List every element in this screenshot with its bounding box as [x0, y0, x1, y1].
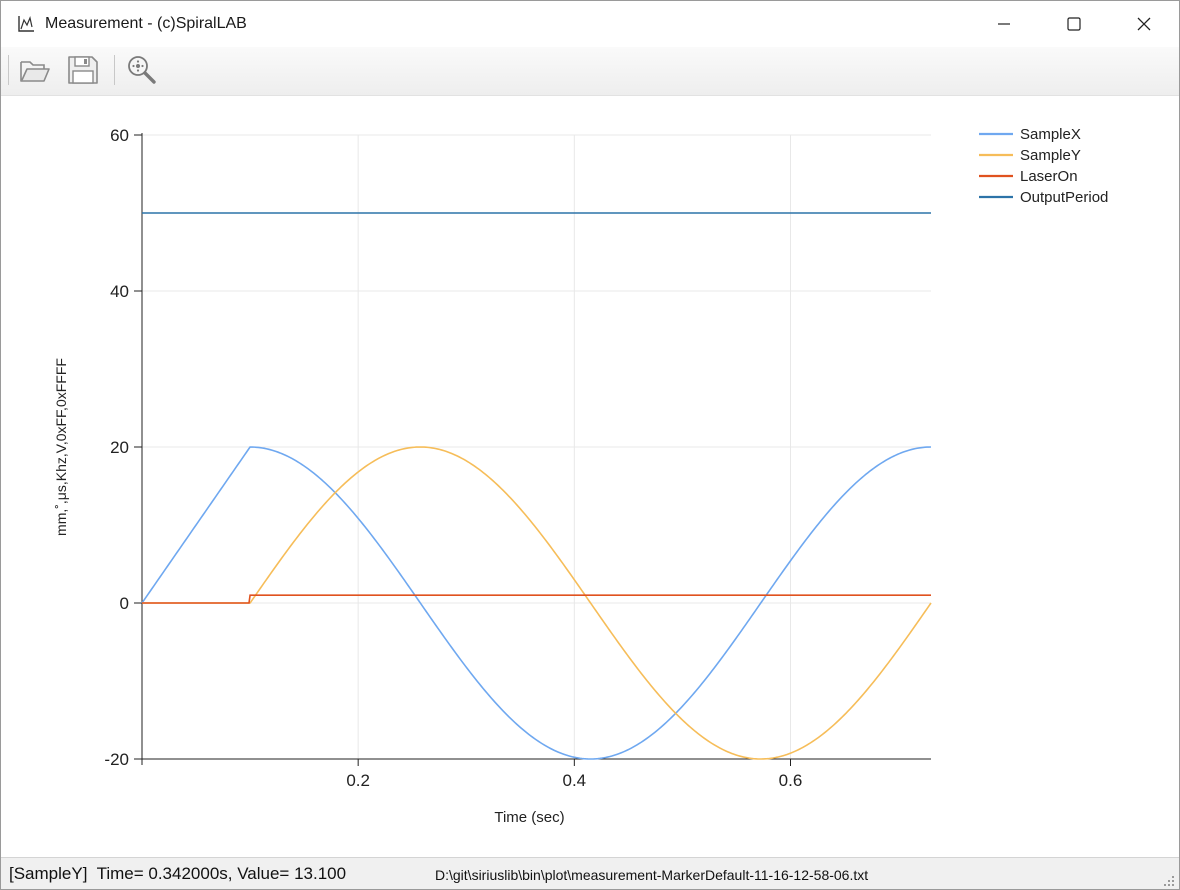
save-button[interactable] [66, 53, 100, 87]
close-button[interactable] [1109, 1, 1179, 47]
window-title: Measurement - (c)SpiralLAB [45, 15, 247, 32]
y-axis-title: mm,˚,μs,Khz,V,0xFF,0xFFFF [53, 358, 69, 536]
window-controls [969, 1, 1179, 47]
line-chart[interactable]: 60 40 20 0 -20 0.2 0.4 0.6 Time (sec) mm,˚,μs,Khz… [4, 96, 1178, 856]
marker-readout: [SampleY] Time= 0.342000s, Value= 13.100 [9, 864, 347, 883]
title-bar[interactable]: Measurement - (c)SpiralLAB [1, 1, 1179, 47]
toolbar-separator [114, 55, 115, 85]
open-button[interactable] [18, 53, 52, 87]
legend-label-laseron: LaserOn [1020, 168, 1078, 185]
toolbar [1, 47, 1179, 96]
y-tick-label: 40 [110, 282, 129, 301]
legend-label-outputperiod: OutputPeriod [1020, 189, 1108, 206]
x-tick-label: 0.6 [779, 771, 803, 790]
zoom-button[interactable] [124, 53, 158, 87]
series-line-laseron[interactable] [142, 594, 931, 604]
x-tick-label: 0.4 [563, 771, 587, 790]
maximize-icon [1067, 17, 1081, 31]
resize-grip-icon[interactable] [1161, 873, 1175, 887]
minimize-icon [998, 23, 1010, 25]
y-tick-label: 0 [120, 594, 129, 613]
zoom-icon [128, 56, 156, 84]
y-tick-label: -20 [104, 750, 129, 769]
y-tick-label: 60 [110, 126, 129, 145]
minimize-button[interactable] [969, 1, 1039, 47]
save-icon [68, 56, 98, 84]
plot-area[interactable]: 60 40 20 0 -20 0.2 0.4 0.6 Time (sec) mm,˚,μs,Khz… [4, 96, 1178, 856]
legend-label-samplex: SampleX [1020, 126, 1081, 143]
x-axis-title: Time (sec) [494, 809, 564, 826]
close-icon [1137, 17, 1151, 31]
folder-open-icon [20, 61, 50, 82]
legend-label-sampley: SampleY [1020, 147, 1081, 164]
measurement-window: Measurement - (c)SpiralLAB 60 40 20 0 -2… [0, 0, 1180, 890]
maximize-button[interactable] [1039, 1, 1109, 47]
y-tick-label: 20 [110, 438, 129, 457]
chart-icon [18, 16, 34, 32]
file-path: D:\git\siriuslib\bin\plot\measurement-Ma… [435, 867, 869, 883]
x-tick-label: 0.2 [346, 771, 370, 790]
status-bar: [SampleY] Time= 0.342000s, Value= 13.100… [1, 857, 1179, 889]
toolbar-separator [8, 55, 9, 85]
